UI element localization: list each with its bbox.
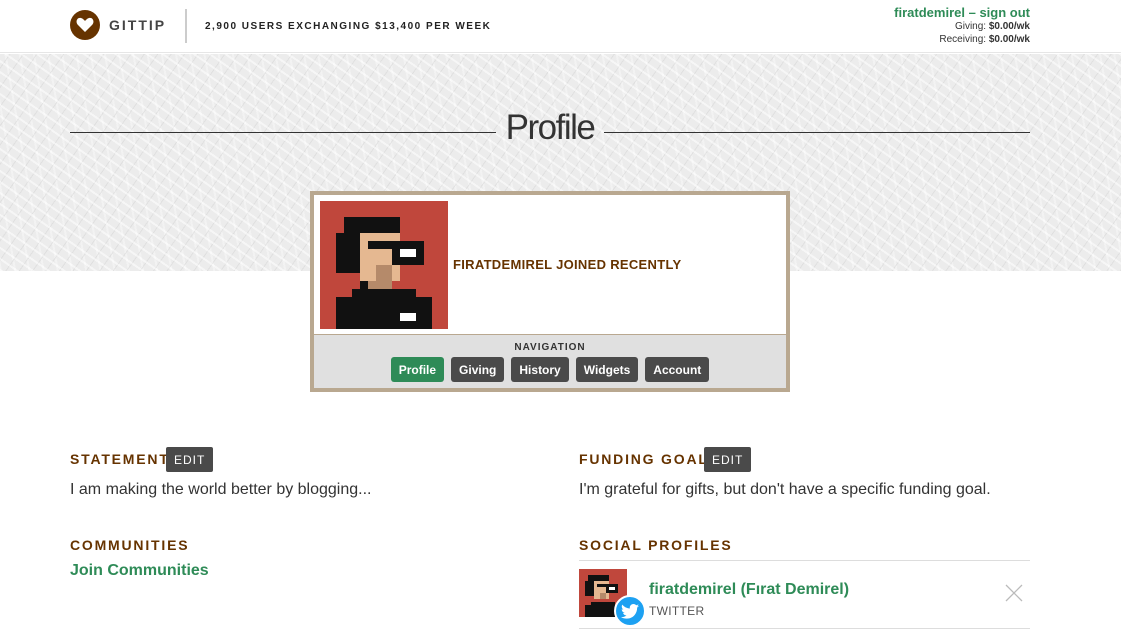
statement-text: I am making the world better by blogging…	[70, 481, 372, 498]
gittip-logo[interactable]: GITTIP	[70, 10, 166, 40]
avatar	[320, 201, 448, 329]
social-divider-top	[579, 560, 1030, 561]
username-link[interactable]: firatdemirel	[894, 5, 965, 20]
giving-value: $0.00/wk	[988, 21, 1030, 32]
giving-line: Giving: $0.00/wk	[894, 20, 1030, 33]
social-divider-bottom	[579, 628, 1030, 629]
joined-status: FIRATDEMIREL JOINED RECENTLY	[453, 257, 682, 272]
heart-icon	[70, 10, 100, 40]
user-box: firatdemirel – sign out Giving: $0.00/wk…	[894, 5, 1030, 46]
statement-edit-button[interactable]: EDIT	[166, 447, 214, 472]
receiving-line: Receiving: $0.00/wk	[894, 33, 1030, 46]
social-platform-label: TWITTER	[649, 604, 705, 618]
separator-dash: –	[964, 5, 980, 20]
close-icon[interactable]	[1004, 583, 1024, 603]
profile-card-inner: FIRATDEMIREL JOINED RECENTLY NAVIGATION …	[314, 195, 786, 388]
statement-heading: STATEMENT	[70, 451, 170, 467]
nav-profile-button[interactable]: Profile	[390, 357, 445, 382]
receiving-label: Receiving:	[939, 34, 989, 45]
navigation-label: NAVIGATION	[514, 342, 586, 353]
nav-giving-button[interactable]: Giving	[451, 357, 505, 382]
title-rule-right	[604, 132, 1030, 133]
header-divider	[185, 9, 187, 43]
sign-out-link[interactable]: sign out	[979, 5, 1030, 20]
giving-label: Giving:	[954, 21, 989, 32]
title-rule-left	[70, 132, 496, 133]
logo-text: GITTIP	[109, 17, 167, 33]
funding-goal-text: I'm grateful for gifts, but don't have a…	[579, 481, 991, 498]
nav-button-group: Profile Giving History Widgets Account	[314, 357, 786, 382]
profile-navigation: NAVIGATION Profile Giving History Widget…	[314, 334, 786, 388]
top-header: GITTIP 2,900 USERS EXCHANGING $13,400 PE…	[0, 0, 1121, 53]
page-title: Profile	[505, 108, 596, 147]
twitter-icon	[614, 595, 646, 627]
user-line: firatdemirel – sign out	[894, 5, 1030, 20]
communities-heading: COMMUNITIES	[70, 537, 190, 553]
site-stats-tagline: 2,900 USERS EXCHANGING $13,400 PER WEEK	[205, 21, 492, 32]
social-profiles-heading: SOCIAL PROFILES	[579, 537, 733, 553]
nav-history-button[interactable]: History	[511, 357, 569, 382]
social-profile-link[interactable]: firatdemirel (Fırat Demirel)	[649, 581, 849, 599]
receiving-value: $0.00/wk	[988, 34, 1030, 45]
nav-account-button[interactable]: Account	[645, 357, 710, 382]
funding-goal-heading: FUNDING GOAL	[579, 451, 709, 467]
nav-widgets-button[interactable]: Widgets	[575, 357, 639, 382]
profile-card: FIRATDEMIREL JOINED RECENTLY NAVIGATION …	[310, 191, 790, 392]
funding-goal-edit-button[interactable]: EDIT	[704, 447, 752, 472]
join-communities-link[interactable]: Join Communities	[70, 562, 209, 580]
